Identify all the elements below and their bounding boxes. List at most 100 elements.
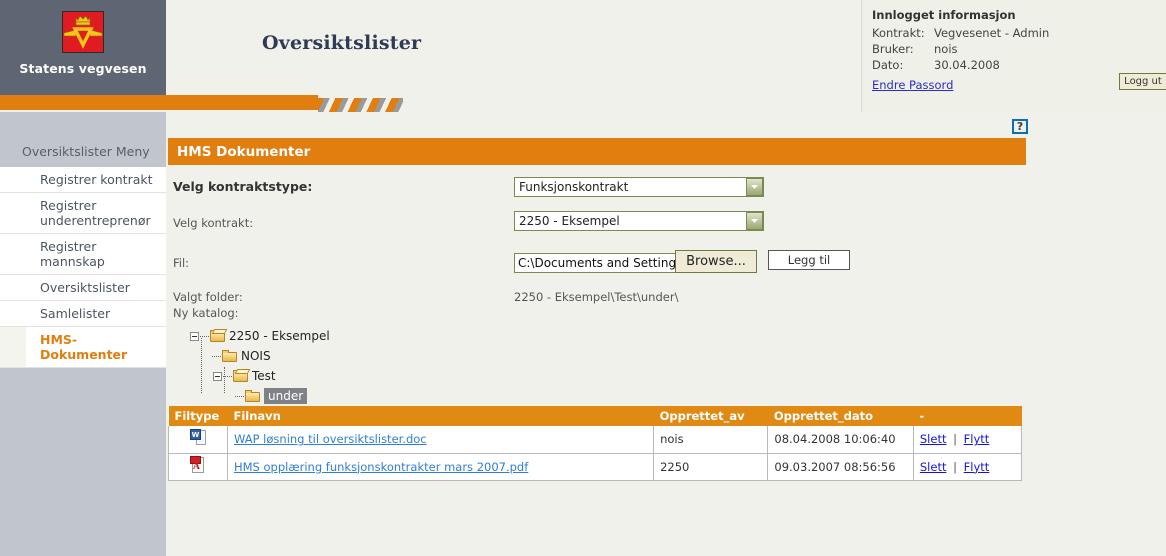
selected-folder-path: 2250 - Eksempel\Test\under\ [514, 290, 679, 304]
file-link[interactable]: HMS opplæring funksjonskontrakter mars 2… [234, 460, 528, 474]
contract-type-select[interactable]: Funksjonskontrakt [514, 177, 764, 197]
brand-caption: Statens vegvesen [19, 61, 147, 76]
cell-filetype: A [168, 453, 228, 481]
selected-folder-label: Valgt folder: [173, 290, 243, 304]
main-content: HMS Dokumenter Velg kontraktstype: Funks… [168, 138, 1166, 481]
sidebar-item-label: Registrer underentreprenør [40, 198, 151, 228]
divider-solid-segment [0, 95, 320, 110]
word-document-icon: W [189, 428, 206, 447]
tree-dash [235, 395, 244, 397]
col-header-filename[interactable]: Filnavn [227, 406, 654, 426]
tree-node-under[interactable]: under [224, 386, 308, 406]
folder-closed-icon [222, 350, 237, 362]
sidebar-item-label: Registrer mannskap [40, 239, 105, 269]
cell-filename: HMS opplæring funksjonskontrakter mars 2… [226, 453, 655, 481]
col-header-actions: - [913, 406, 1022, 426]
cell-actions: Slett | Flytt [912, 453, 1023, 481]
vegvesen-crown-wings-logo-icon [58, 9, 108, 57]
tree-dash [223, 375, 232, 377]
folder-open-icon [233, 369, 251, 382]
file-path-input[interactable]: C:\Documents and Setting [514, 253, 680, 273]
upload-form: Velg kontraktstype: Funksjonskontrakt Ve… [168, 165, 1028, 290]
top-header: Statens vegvesen Oversiktslister Innlogg… [0, 0, 1166, 112]
collapse-minus-icon[interactable] [190, 331, 199, 341]
file-link[interactable]: WAP løsning til oversiktslister.doc [234, 432, 427, 446]
pdf-badge-letter: A [192, 462, 200, 472]
file-list-table: Filtype Filnavn Opprettet_av Opprettet_d… [168, 406, 1023, 481]
contract-select-value: 2250 - Eksempel [519, 214, 620, 228]
cell-created-by: nois [653, 426, 769, 454]
info-label-contract: Kontrakt: [872, 26, 925, 40]
change-password-link[interactable]: Endre Passord [872, 78, 953, 92]
contract-label: Velg kontrakt: [173, 216, 254, 230]
sidebar-item-label: Registrer kontrakt [40, 172, 153, 187]
sidebar-item-oversiktslister[interactable]: Oversiktslister [0, 275, 166, 301]
tree-node-nois[interactable]: NOIS [201, 346, 271, 366]
sidebar-item-registrer-mannskap[interactable]: Registrer mannskap [0, 234, 166, 275]
add-file-button[interactable]: Legg til [768, 250, 850, 270]
sidebar-heading: Oversiktslister Meny [22, 144, 150, 159]
file-table-head: Filtype Filnavn Opprettet_av Opprettet_d… [168, 406, 1022, 426]
sidebar-item-hms-dokumenter[interactable]: HMS-Dokumenter [0, 327, 166, 368]
sidebar-item-registrer-underentreprenor[interactable]: Registrer underentreprenør [0, 193, 166, 234]
brand-panel: Statens vegvesen [0, 0, 166, 95]
info-box-title: Innlogget informasjon [872, 8, 1016, 22]
tree-node-label-selected: under [264, 388, 308, 404]
folder-open-icon [210, 329, 228, 342]
help-icon-glyph: ? [1016, 120, 1024, 133]
tree-dash [212, 355, 221, 357]
pdf-document-icon: A [189, 456, 206, 474]
sidebar-item-registrer-kontrakt[interactable]: Registrer kontrakt [0, 167, 166, 193]
sidebar-item-samlelister[interactable]: Samlelister [0, 301, 166, 327]
contract-type-label: Velg kontraktstype: [173, 179, 313, 194]
table-row: W WAP løsning til oversiktslister.doc no… [168, 426, 1023, 454]
cell-actions: Slett | Flytt [912, 426, 1023, 454]
info-row-contract: Kontrakt: Vegvesenet - Admin [872, 26, 1049, 42]
tree-dash [200, 335, 209, 337]
section-title-bar: HMS Dokumenter [168, 138, 1026, 165]
info-value-contract: Vegvesenet - Admin [934, 26, 1050, 40]
col-header-filetype[interactable]: Filtype [168, 406, 228, 426]
info-row-date: Dato: 30.04.2008 [872, 58, 1049, 74]
tree-node-test[interactable]: Test [213, 366, 276, 386]
cell-created-date: 09.03.2007 08:56:56 [767, 453, 914, 481]
move-link[interactable]: Flytt [964, 432, 990, 446]
browse-button[interactable]: Browse... [675, 250, 757, 273]
info-value-date: 30.04.2008 [934, 58, 1000, 72]
question-mark-help-icon[interactable]: ? [1012, 119, 1028, 134]
new-catalog-label: Ny katalog: [173, 306, 239, 320]
collapse-minus-icon[interactable] [213, 371, 222, 381]
folder-closed-icon [245, 390, 260, 402]
info-box-table: Kontrakt: Vegvesenet - Admin Bruker: noi… [872, 26, 1049, 74]
info-label-date: Dato: [872, 58, 904, 72]
action-separator: | [953, 459, 957, 474]
cell-created-by: 2250 [653, 453, 769, 481]
divider-hatched-segment [318, 95, 403, 112]
chevron-down-icon[interactable] [746, 212, 763, 230]
file-table-header-row: Filtype Filnavn Opprettet_av Opprettet_d… [168, 406, 1022, 426]
cell-filetype: W [168, 426, 228, 454]
file-table-body: W WAP løsning til oversiktslister.doc no… [168, 426, 1023, 481]
col-header-createddate[interactable]: Opprettet_dato [767, 406, 914, 426]
sidebar-item-label: Samlelister [40, 306, 111, 321]
tree-node-label: Test [252, 369, 276, 383]
chevron-down-icon[interactable] [746, 178, 763, 196]
move-link[interactable]: Flytt [964, 460, 990, 474]
info-value-user: nois [934, 42, 958, 56]
col-header-createdby[interactable]: Opprettet_av [653, 406, 768, 426]
delete-link[interactable]: Slett [920, 432, 947, 446]
action-separator: | [953, 432, 957, 447]
delete-link[interactable]: Slett [920, 460, 947, 474]
tree-node-label: NOIS [241, 349, 271, 363]
info-row-user: Bruker: nois [872, 42, 1049, 58]
tree-node-label: 2250 - Eksempel [229, 329, 330, 343]
folder-tree-area: Valgt folder: 2250 - Eksempel\Test\under… [168, 290, 1028, 410]
sidebar-item-label: HMS-Dokumenter [40, 332, 128, 362]
tree-node-root[interactable]: 2250 - Eksempel [190, 326, 330, 346]
sidebar-menu-list: Registrer kontrakt Registrer underentrep… [0, 167, 166, 368]
logout-button[interactable]: Logg ut [1119, 73, 1166, 90]
orange-divider-bar [0, 95, 1166, 112]
contract-select[interactable]: 2250 - Eksempel [514, 211, 764, 231]
sidebar: Oversiktslister Meny Registrer kontrakt … [0, 112, 166, 556]
cell-filename: WAP løsning til oversiktslister.doc [226, 426, 655, 454]
